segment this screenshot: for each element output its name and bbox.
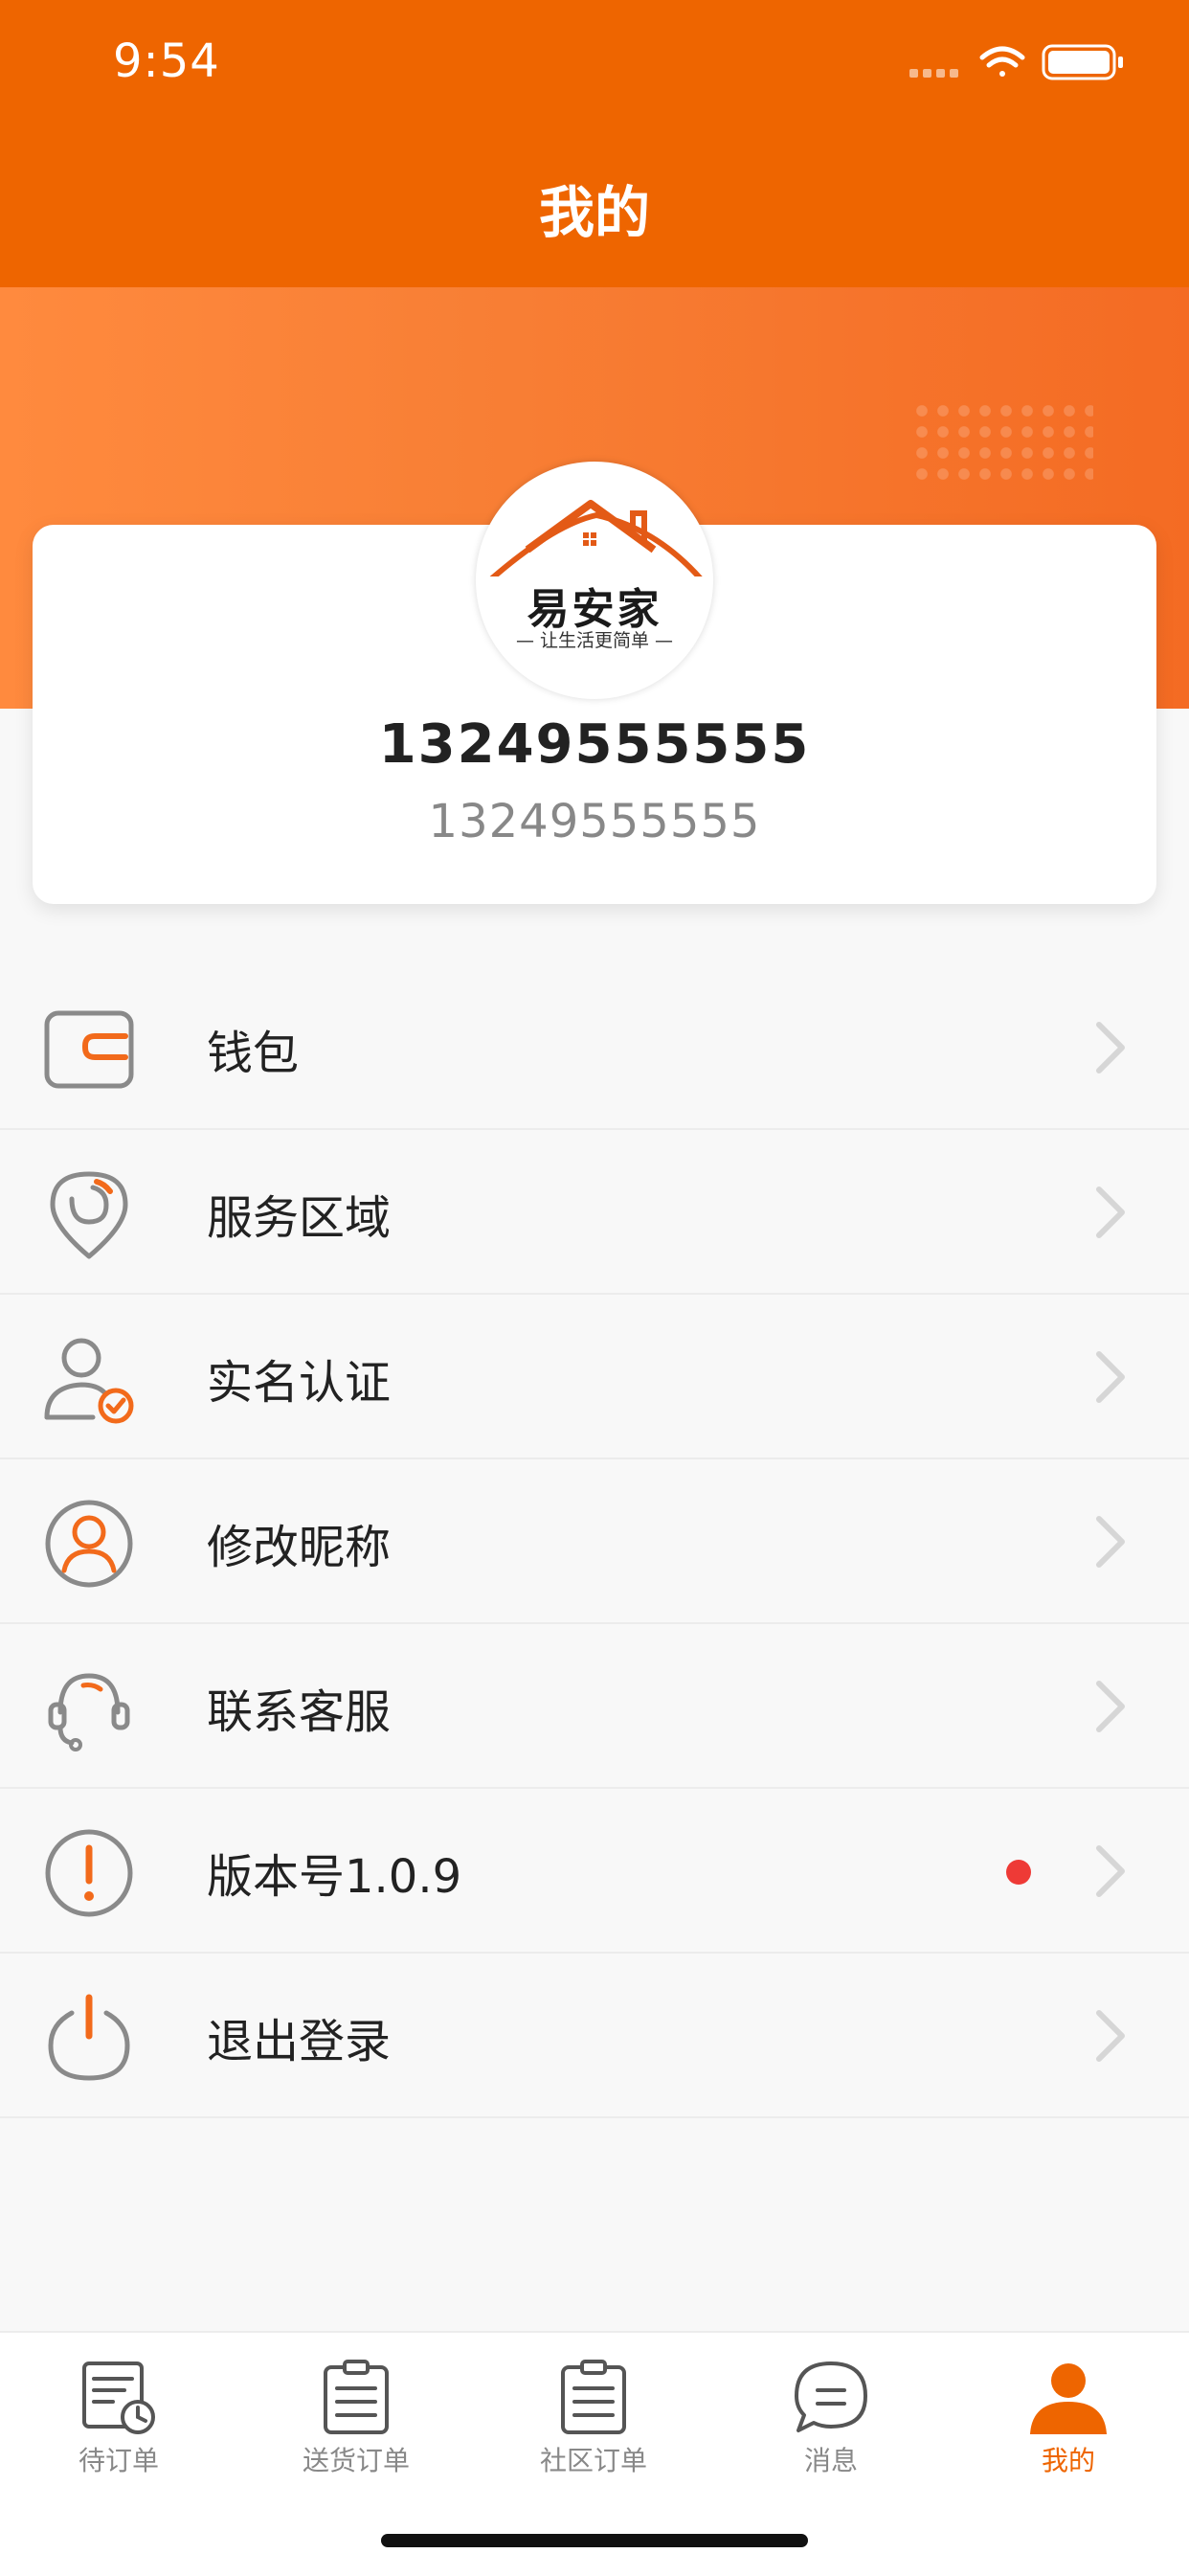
headset-icon [48,1673,130,1751]
chevron-right-icon [1096,1516,1125,1568]
menu-list: 钱包 服务区域 实名认证 修改昵称 联系客服 版本号1.0.9 退出登录 [0,965,1189,2118]
menu-item-version[interactable]: 版本号1.0.9 [0,1789,1189,1954]
exclamation-icon [45,1829,133,1917]
order-pending-icon [82,2361,155,2434]
logo-slogan: — 让生活更简单 — [515,630,674,651]
chevron-right-icon [1096,2010,1125,2062]
avatar[interactable]: 易安家 — 让生活更简单 — [476,462,713,699]
menu-item-label: 实名认证 [207,1356,392,1410]
tab-label: 社区订单 [539,2445,647,2476]
tab-label: 我的 [1041,2445,1095,2476]
menu-item-label: 联系客服 [207,1685,392,1739]
tab-label: 待订单 [78,2445,159,2476]
menu-item-label: 版本号1.0.9 [207,1850,462,1904]
chevron-right-icon [1096,1022,1125,1073]
chevron-right-icon [1096,1681,1125,1732]
menu-item-label: 钱包 [207,1027,300,1080]
tab-label: 消息 [803,2445,858,2476]
profile-icon [1030,2363,1107,2434]
profile-name: 13249555555 [378,713,811,776]
menu-item-real-name-verification[interactable]: 实名认证 [0,1295,1189,1459]
status-icons [909,44,1123,80]
menu-item-wallet[interactable]: 钱包 [0,965,1189,1130]
menu-item-label: 修改昵称 [207,1521,392,1574]
power-icon [48,1994,130,2081]
menu-item-service-area[interactable]: 服务区域 [0,1130,1189,1295]
menu-item-contact-support[interactable]: 联系客服 [0,1624,1189,1789]
home-indicator [381,2534,808,2547]
location-pin-icon [50,1171,128,1259]
wifi-icon [979,46,1025,77]
message-icon [795,2361,867,2432]
house-logo-icon [489,500,703,576]
chevron-right-icon [1096,1845,1125,1897]
menu-item-edit-nickname[interactable]: 修改昵称 [0,1459,1189,1624]
tab-label: 送货订单 [302,2445,410,2476]
user-circle-icon [45,1500,133,1588]
page-title: 我的 [538,180,650,245]
menu-item-label: 服务区域 [207,1191,392,1245]
menu-item-label: 退出登录 [207,2015,392,2068]
chevron-right-icon [1096,1351,1125,1403]
status-time: 9:54 [113,34,220,88]
status-bar: 9:54 [0,0,1189,144]
tab-messages[interactable]: 消息 [712,2333,950,2496]
wallet-icon [44,1010,134,1089]
tab-community-orders[interactable]: 社区订单 [475,2333,712,2496]
menu-item-logout[interactable]: 退出登录 [0,1954,1189,2118]
tab-pending-orders[interactable]: 待订单 [0,2333,237,2496]
profile-phone: 13249555555 [428,795,761,848]
battery-icon [1042,44,1123,80]
hero-dot-pattern [911,400,1093,486]
chevron-right-icon [1096,1186,1125,1238]
signal-icon [909,69,958,78]
delivery-order-icon [324,2360,389,2434]
update-badge [1006,1860,1031,1885]
community-order-icon [561,2360,626,2434]
tab-delivery-orders[interactable]: 送货订单 [237,2333,475,2496]
user-verified-icon [44,1338,134,1424]
tab-profile[interactable]: 我的 [950,2333,1187,2496]
